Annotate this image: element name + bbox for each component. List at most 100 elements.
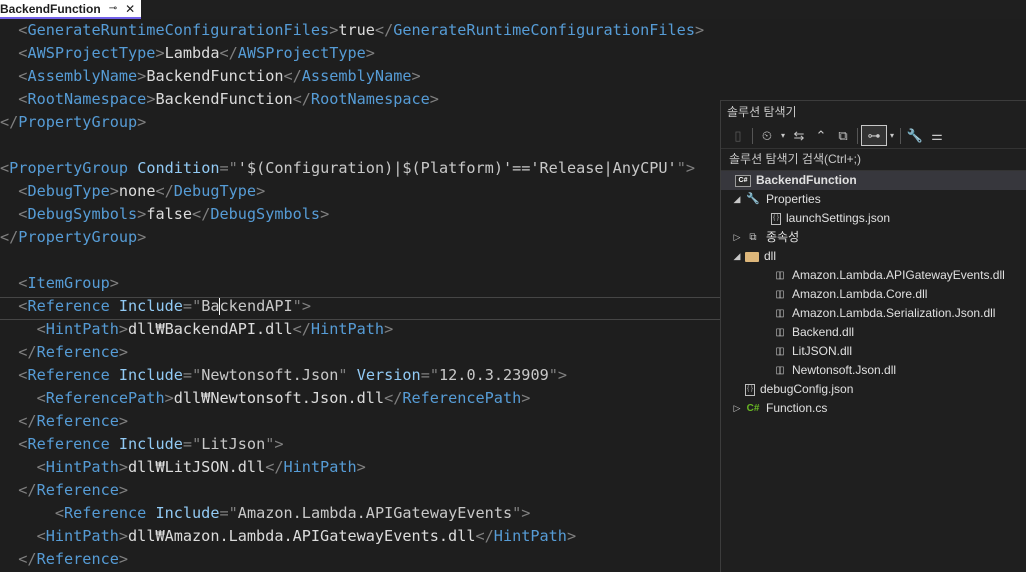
- code-token: >: [557, 366, 568, 384]
- code-token: </: [292, 320, 311, 338]
- dll-file-icon: ▯▯: [775, 289, 784, 300]
- solution-explorer-title: 솔루션 탐색기: [727, 105, 797, 119]
- code-token: </: [374, 21, 394, 39]
- code-token: >: [301, 297, 311, 315]
- code-token: HintPath: [45, 458, 119, 476]
- tree-item[interactable]: ▯▯ Newtonsoft.Json.dll: [721, 361, 1026, 380]
- code-token: <: [0, 527, 46, 545]
- code-token: dll₩LitJSON.dll: [128, 458, 266, 476]
- code-token: >: [118, 481, 129, 499]
- code-line[interactable]: <AssemblyName>BackendFunction</AssemblyN…: [0, 65, 420, 88]
- expanded-arrow-icon[interactable]: ◢: [729, 247, 745, 266]
- code-token: >: [155, 44, 165, 62]
- tree-item-label: Properties: [766, 192, 821, 206]
- code-line[interactable]: <ReferencePath>dll₩Newtonsoft.Json.dll</…: [0, 387, 531, 410]
- tree-item[interactable]: C# BackendFunction: [721, 171, 1026, 190]
- tree-item[interactable]: ▯▯ Amazon.Lambda.APIGatewayEvents.dll: [721, 266, 1026, 285]
- code-token: Newtonsoft.Json: [201, 366, 339, 384]
- code-line[interactable]: <ItemGroup>: [0, 272, 119, 295]
- dll-file-icon: ▯▯: [775, 270, 784, 281]
- sync-icon[interactable]: ⇆: [788, 125, 810, 146]
- code-line[interactable]: <DebugSymbols>false</DebugSymbols>: [0, 203, 329, 226]
- code-line[interactable]: <DebugType>none</DebugType>: [0, 180, 265, 203]
- code-line[interactable]: <AWSProjectType>Lambda</AWSProjectType>: [0, 42, 375, 65]
- close-icon[interactable]: ✕: [125, 2, 135, 16]
- code-token: >: [118, 343, 129, 361]
- tree-item[interactable]: ◢ 🔧 Properties: [721, 190, 1026, 209]
- code-token: GenerateRuntimeConfigurationFiles: [393, 21, 695, 39]
- preview-icon[interactable]: ⚌: [926, 125, 948, 146]
- code-token: Include: [118, 366, 183, 384]
- expanded-arrow-icon[interactable]: ◢: [729, 190, 745, 209]
- toolbar-separator: [857, 127, 858, 144]
- code-token: PropertyGroup: [18, 113, 138, 131]
- code-token: </: [0, 113, 19, 131]
- tree-item[interactable]: { } launchSettings.json: [721, 209, 1026, 228]
- code-token: >: [118, 320, 129, 338]
- code-token: <: [0, 366, 28, 384]
- code-line[interactable]: <Reference Include="Newtonsoft.Json" Ver…: [0, 364, 567, 387]
- code-token: Ba: [201, 297, 220, 315]
- code-token: HintPath: [310, 320, 385, 338]
- tree-item-label: 종속성: [766, 230, 800, 244]
- code-token: dll₩Amazon.Lambda.APIGatewayEvents.dll: [128, 527, 476, 545]
- code-line[interactable]: <Reference Include="BackendAPI">: [0, 295, 311, 318]
- tree-item-label: LitJSON.dll: [792, 344, 853, 358]
- code-token: >: [274, 435, 284, 453]
- code-line[interactable]: </Reference>: [0, 410, 128, 433]
- tree-item[interactable]: ▷ C# Function.cs: [721, 399, 1026, 418]
- code-token: >: [137, 67, 147, 85]
- solution-explorer-panel: 솔루션 탐색기 ▯ ⏲ ▾ ⇆ ⌃ ⧉ ⊶ ▾ 🔧 ⚌ 솔루션 탐색기 검색(C…: [720, 100, 1026, 572]
- tree-item[interactable]: ▯▯ Backend.dll: [721, 323, 1026, 342]
- switch-view-icon[interactable]: ▯: [727, 125, 749, 146]
- properties-icon[interactable]: 🔧: [904, 125, 926, 146]
- code-token: >: [137, 205, 147, 223]
- code-token: >: [109, 274, 119, 292]
- collapsed-arrow-icon[interactable]: ▷: [729, 399, 745, 418]
- code-token: >: [356, 458, 366, 476]
- tree-item[interactable]: ◢ dll: [721, 247, 1026, 266]
- code-token: </: [384, 389, 403, 407]
- tree-item[interactable]: ▯▯ Amazon.Lambda.Serialization.Json.dll: [721, 304, 1026, 323]
- code-line[interactable]: </Reference>: [0, 548, 128, 571]
- code-token: </: [0, 228, 19, 246]
- code-line[interactable]: <PropertyGroup Condition="'$(Configurati…: [0, 157, 695, 180]
- folder-icon: [745, 251, 759, 262]
- collapse-all-icon[interactable]: ⌃: [810, 125, 832, 146]
- solution-explorer-search-input[interactable]: 솔루션 탐색기 검색(Ctrl+;): [721, 148, 1026, 171]
- pin-icon[interactable]: ⊸: [109, 3, 117, 14]
- code-token: ItemGroup: [27, 274, 110, 292]
- show-all-files-icon[interactable]: ⊶: [861, 125, 887, 146]
- code-line[interactable]: <RootNamespace>BackendFunction</RootName…: [0, 88, 439, 111]
- code-token: Reference: [27, 435, 110, 453]
- chevron-down-icon[interactable]: ▾: [778, 131, 788, 140]
- code-line[interactable]: </PropertyGroup>: [0, 226, 146, 249]
- code-line[interactable]: <GenerateRuntimeConfigurationFiles>true<…: [0, 19, 704, 42]
- tree-item[interactable]: ▯▯ Amazon.Lambda.Core.dll: [721, 285, 1026, 304]
- code-line[interactable]: <HintPath>dll₩LitJSON.dll</HintPath>: [0, 456, 366, 479]
- tree-item[interactable]: ▷ ⧉ 종속성: [721, 228, 1026, 247]
- code-token: >: [137, 113, 147, 131]
- code-line[interactable]: </Reference>: [0, 341, 128, 364]
- code-token: >: [694, 21, 705, 39]
- chevron-down-icon[interactable]: ▾: [887, 131, 897, 140]
- code-line[interactable]: <HintPath>dll₩BackendAPI.dll</HintPath>: [0, 318, 394, 341]
- tree-item[interactable]: { } debugConfig.json: [721, 380, 1026, 399]
- code-line[interactable]: <Reference Include="LitJson">: [0, 433, 284, 456]
- code-line[interactable]: </PropertyGroup>: [0, 111, 146, 134]
- code-line[interactable]: <HintPath>dll₩Amazon.Lambda.APIGatewayEv…: [0, 525, 577, 548]
- history-icon[interactable]: ⏲: [756, 125, 778, 146]
- code-token: <: [0, 21, 28, 39]
- solution-explorer-toolbar: ▯ ⏲ ▾ ⇆ ⌃ ⧉ ⊶ ▾ 🔧 ⚌: [721, 123, 1026, 148]
- tree-item-label: Amazon.Lambda.Serialization.Json.dll: [792, 306, 996, 320]
- tree-item[interactable]: ▯▯ LitJSON.dll: [721, 342, 1026, 361]
- code-line[interactable]: </Reference>: [0, 479, 128, 502]
- code-token: LitJson: [201, 435, 266, 453]
- tab-backendfunction[interactable]: BackendFunction ⊸ ✕: [0, 0, 142, 19]
- code-line[interactable]: <Reference Include="Amazon.Lambda.APIGat…: [0, 502, 531, 525]
- code-token: >: [365, 44, 375, 62]
- copy-pages-icon[interactable]: ⧉: [832, 125, 854, 146]
- collapsed-arrow-icon[interactable]: ▷: [729, 228, 745, 247]
- code-token: HintPath: [45, 320, 119, 338]
